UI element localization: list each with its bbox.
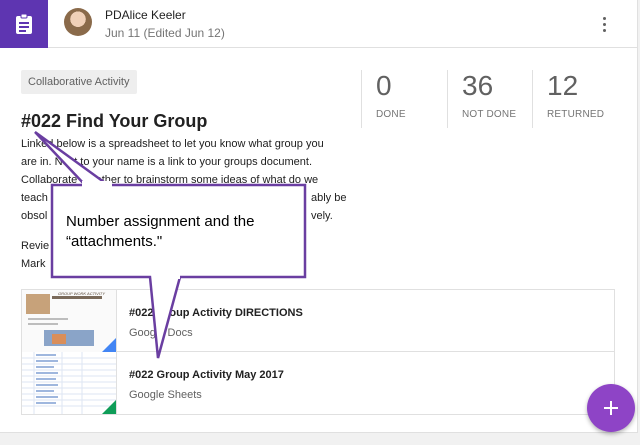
attachment-title: #022 Group Activity May 2017 bbox=[129, 369, 284, 381]
description-line-start: teach bbox=[21, 192, 48, 204]
callout-line: Number assignment and the bbox=[66, 213, 255, 230]
topic-chip[interactable]: Collaborative Activity bbox=[21, 70, 137, 94]
description-line: Collaborate together to brainstorm some … bbox=[21, 174, 319, 186]
stat-label: RETURNED bbox=[547, 109, 605, 120]
attachments-list: GROUP WORK ACTIVITY #022 Group Activity … bbox=[21, 289, 615, 415]
plus-icon bbox=[604, 401, 618, 415]
add-button[interactable] bbox=[587, 384, 635, 432]
stat-returned[interactable]: 12 RETURNED bbox=[532, 70, 621, 128]
assignment-description: Linked below is a spreadsheet to let you… bbox=[21, 135, 351, 273]
sheet-thumbnail bbox=[22, 352, 117, 414]
attachment-title: #022 Group Activity DIRECTIONS bbox=[129, 307, 303, 319]
description-line-start: obsol bbox=[21, 210, 48, 222]
stat-value: 36 bbox=[462, 70, 494, 101]
description-line: Mark bbox=[21, 258, 46, 270]
attachment-doc[interactable]: GROUP WORK ACTIVITY #022 Group Activity … bbox=[22, 290, 614, 352]
avatar bbox=[64, 8, 92, 36]
stat-label: NOT DONE bbox=[462, 109, 517, 120]
callout-text: Number assignment and the “attachments." bbox=[66, 212, 296, 252]
post-date: Jun 11 (Edited Jun 12) bbox=[105, 26, 225, 40]
stat-value: 12 bbox=[547, 70, 579, 101]
stat-value: 0 bbox=[376, 70, 392, 101]
post-header: PDAlice Keeler Jun 11 (Edited Jun 12) bbox=[0, 0, 638, 48]
stat-not-done[interactable]: 36 NOT DONE bbox=[447, 70, 532, 128]
description-line-end: ably be bbox=[311, 192, 347, 204]
assignment-title: #022 Find Your Group bbox=[21, 111, 208, 131]
callout-line: “attachments." bbox=[66, 233, 163, 250]
doc-thumbnail: GROUP WORK ACTIVITY bbox=[22, 290, 117, 352]
description-line: Linked below is a spreadsheet to let you… bbox=[21, 138, 324, 150]
attachment-sheet[interactable]: #022 Group Activity May 2017 Google Shee… bbox=[22, 352, 614, 414]
description-line-end: vely. bbox=[311, 210, 333, 222]
attachment-type: Google Sheets bbox=[129, 389, 202, 401]
thumb-heading: GROUP WORK ACTIVITY bbox=[58, 291, 106, 296]
assignment-icon bbox=[0, 0, 48, 48]
submission-stats: 0 DONE 36 NOT DONE 12 RETURNED bbox=[361, 70, 621, 128]
author-name: PDAlice Keeler bbox=[105, 8, 186, 22]
description-line: teach ably be bbox=[21, 189, 351, 207]
description-line: are in. Next to your name is a link to y… bbox=[21, 156, 313, 168]
stat-label: DONE bbox=[376, 109, 406, 120]
attachment-type: Google Docs bbox=[129, 327, 193, 339]
stat-done[interactable]: 0 DONE bbox=[361, 70, 447, 128]
more-vert-icon[interactable] bbox=[594, 12, 614, 36]
